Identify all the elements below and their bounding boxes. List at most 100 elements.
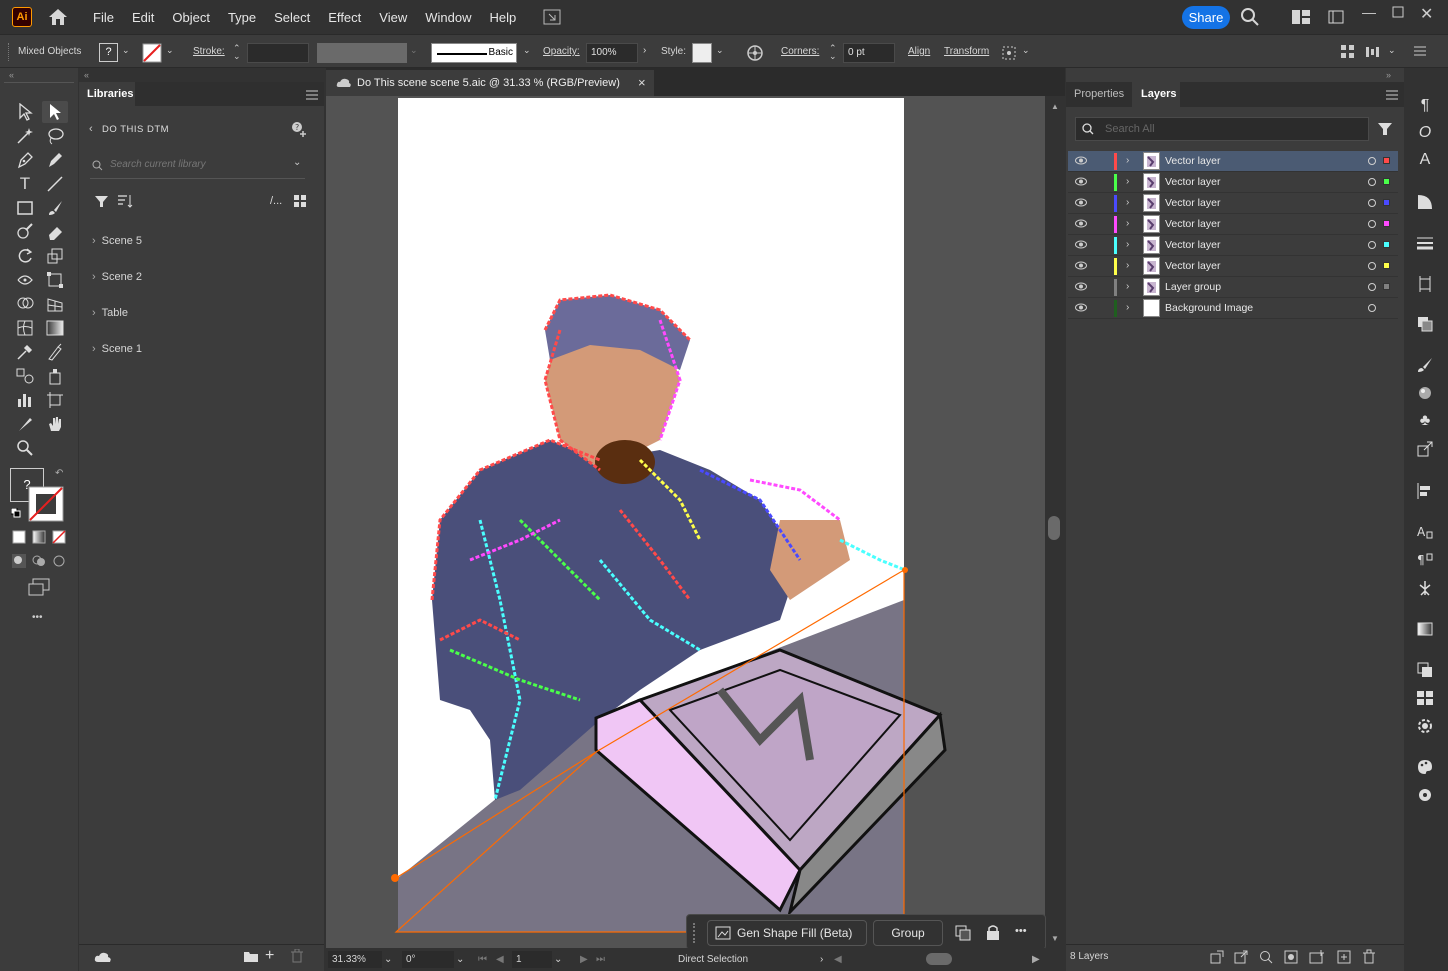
- recolor-artwork-icon[interactable]: [746, 44, 764, 62]
- brush-definition[interactable]: Basic: [431, 43, 517, 63]
- shaper-tool-icon[interactable]: [12, 221, 38, 243]
- character-styles-icon[interactable]: A: [1411, 521, 1439, 543]
- collect-export-icon[interactable]: [1210, 950, 1224, 964]
- eye-icon[interactable]: [1075, 156, 1087, 165]
- first-artboard-icon[interactable]: ⏮: [478, 954, 487, 965]
- corners-stepper[interactable]: ⌃ ⌄: [829, 44, 837, 61]
- free-transform-tool-icon[interactable]: [42, 269, 68, 291]
- target-icon[interactable]: [1368, 304, 1376, 312]
- layers-search-input[interactable]: Search All: [1075, 117, 1369, 141]
- layer-row[interactable]: › Background Image: [1068, 298, 1398, 319]
- minimize-icon[interactable]: —: [1362, 4, 1376, 20]
- draw-normal-icon[interactable]: [12, 554, 26, 568]
- distribute-dropdown-icon[interactable]: ⌄: [1388, 45, 1396, 56]
- align-panel-icon[interactable]: [1411, 480, 1439, 502]
- horizontal-scroll-thumb[interactable]: [926, 953, 952, 965]
- corners-label[interactable]: Corners:: [781, 46, 819, 57]
- stroke-swatch[interactable]: [142, 43, 162, 63]
- scroll-left-icon[interactable]: ◀: [834, 954, 842, 965]
- paragraph-styles-icon[interactable]: ¶: [1411, 549, 1439, 571]
- shape-builder-tool-icon[interactable]: [12, 293, 38, 315]
- gradient-mode-icon[interactable]: [32, 530, 46, 544]
- library-group-scene1[interactable]: › Scene 1: [92, 343, 142, 355]
- grid-arrange-icon[interactable]: [1341, 45, 1355, 59]
- rotate-tool-icon[interactable]: [12, 245, 38, 267]
- menu-type[interactable]: Type: [228, 10, 256, 25]
- paragraph-panel-icon[interactable]: ¶: [1411, 95, 1439, 117]
- selection-tool-icon[interactable]: [12, 101, 38, 123]
- color-panel-icon[interactable]: [1411, 756, 1439, 778]
- invite-people-icon[interactable]: ?: [290, 121, 308, 137]
- layers-filter-icon[interactable]: [1378, 122, 1392, 136]
- library-search[interactable]: Search current library ⌄: [90, 155, 305, 179]
- gradient-tool-icon[interactable]: [42, 317, 68, 339]
- corners-input[interactable]: 0 pt: [843, 43, 895, 63]
- menu-select[interactable]: Select: [274, 10, 310, 25]
- symbol-sprayer-tool-icon[interactable]: [42, 365, 68, 387]
- locate-object-icon[interactable]: [1259, 950, 1273, 964]
- layer-row[interactable]: › Layer group: [1068, 277, 1398, 298]
- eraser-tool-icon[interactable]: [42, 221, 68, 243]
- close-document-icon[interactable]: ×: [638, 75, 646, 90]
- eye-icon[interactable]: [1075, 282, 1087, 291]
- menu-edit[interactable]: Edit: [132, 10, 154, 25]
- brush-dropdown-icon[interactable]: ⌄: [523, 45, 531, 56]
- symbols-panel-icon[interactable]: ♣: [1411, 410, 1439, 432]
- selection-indicator[interactable]: [1383, 262, 1390, 269]
- layer-row[interactable]: › Vector layer: [1068, 172, 1398, 193]
- grid-view-icon[interactable]: [294, 195, 306, 207]
- brushes-panel-icon[interactable]: [1411, 354, 1439, 376]
- menu-file[interactable]: File: [93, 10, 114, 25]
- swap-fill-stroke-icon[interactable]: ↶: [55, 468, 63, 479]
- artwork[interactable]: [326, 96, 1045, 948]
- libraries-menu-icon[interactable]: [306, 90, 318, 100]
- opacity-input[interactable]: 100%: [586, 43, 638, 63]
- library-back-icon[interactable]: ‹: [89, 123, 93, 135]
- expand-chevron-icon[interactable]: ›: [1126, 260, 1129, 271]
- new-layer-icon[interactable]: [1337, 950, 1351, 964]
- export-icon[interactable]: [1234, 950, 1248, 964]
- menu-object[interactable]: Object: [172, 10, 210, 25]
- library-name[interactable]: DO THIS DTM: [102, 124, 169, 135]
- recolor-panel-icon[interactable]: [1411, 784, 1439, 806]
- style-dropdown-icon[interactable]: ⌄: [716, 45, 724, 56]
- color-guide-icon[interactable]: [1411, 715, 1439, 737]
- target-icon[interactable]: [1368, 283, 1376, 291]
- menu-view[interactable]: View: [379, 10, 407, 25]
- reference-point-icon[interactable]: [1000, 44, 1018, 62]
- selection-indicator[interactable]: [1383, 283, 1390, 290]
- anchor-point[interactable]: [391, 874, 399, 882]
- panel-layout-icon[interactable]: [1328, 10, 1344, 24]
- target-icon[interactable]: [1368, 220, 1376, 228]
- selection-indicator[interactable]: [1383, 220, 1390, 227]
- group-button[interactable]: Group: [873, 920, 943, 946]
- distribute-icon[interactable]: [1366, 45, 1380, 59]
- artboards-panel-icon[interactable]: [1411, 273, 1439, 295]
- eyedropper-tool-icon[interactable]: [12, 341, 38, 363]
- pen-tool-icon[interactable]: [12, 149, 38, 171]
- zoom-dropdown-icon[interactable]: ⌄: [384, 954, 392, 965]
- delete-layer-icon[interactable]: [1363, 949, 1375, 964]
- width-tool-icon[interactable]: [12, 269, 38, 291]
- lasso-tool-icon[interactable]: [42, 125, 68, 147]
- search-icon[interactable]: [1241, 8, 1259, 26]
- eye-icon[interactable]: [1075, 177, 1087, 186]
- variable-width-dropdown[interactable]: [317, 43, 407, 63]
- target-icon[interactable]: [1368, 178, 1376, 186]
- edit-toolbar-icon[interactable]: •••: [32, 612, 43, 623]
- eye-icon[interactable]: [1075, 303, 1087, 312]
- fill-dropdown-icon[interactable]: ⌄: [122, 45, 130, 56]
- new-group-icon[interactable]: [243, 950, 259, 963]
- hand-tool-icon[interactable]: [42, 413, 68, 435]
- layer-row[interactable]: › Vector layer: [1068, 214, 1398, 235]
- scroll-right-icon[interactable]: ▶: [1032, 954, 1040, 965]
- workspace-icon[interactable]: [1292, 10, 1310, 24]
- expand-chevron-icon[interactable]: ›: [1126, 197, 1129, 208]
- stroke-stepper[interactable]: ⌃ ⌄: [233, 44, 241, 61]
- previous-artboard-icon[interactable]: ◀: [496, 954, 504, 965]
- menu-window[interactable]: Window: [425, 10, 471, 25]
- column-graph-tool-icon[interactable]: [12, 389, 38, 411]
- more-options-icon[interactable]: •••: [1015, 925, 1027, 937]
- measure-tool-icon[interactable]: [42, 341, 68, 363]
- filter-icon[interactable]: [95, 195, 108, 208]
